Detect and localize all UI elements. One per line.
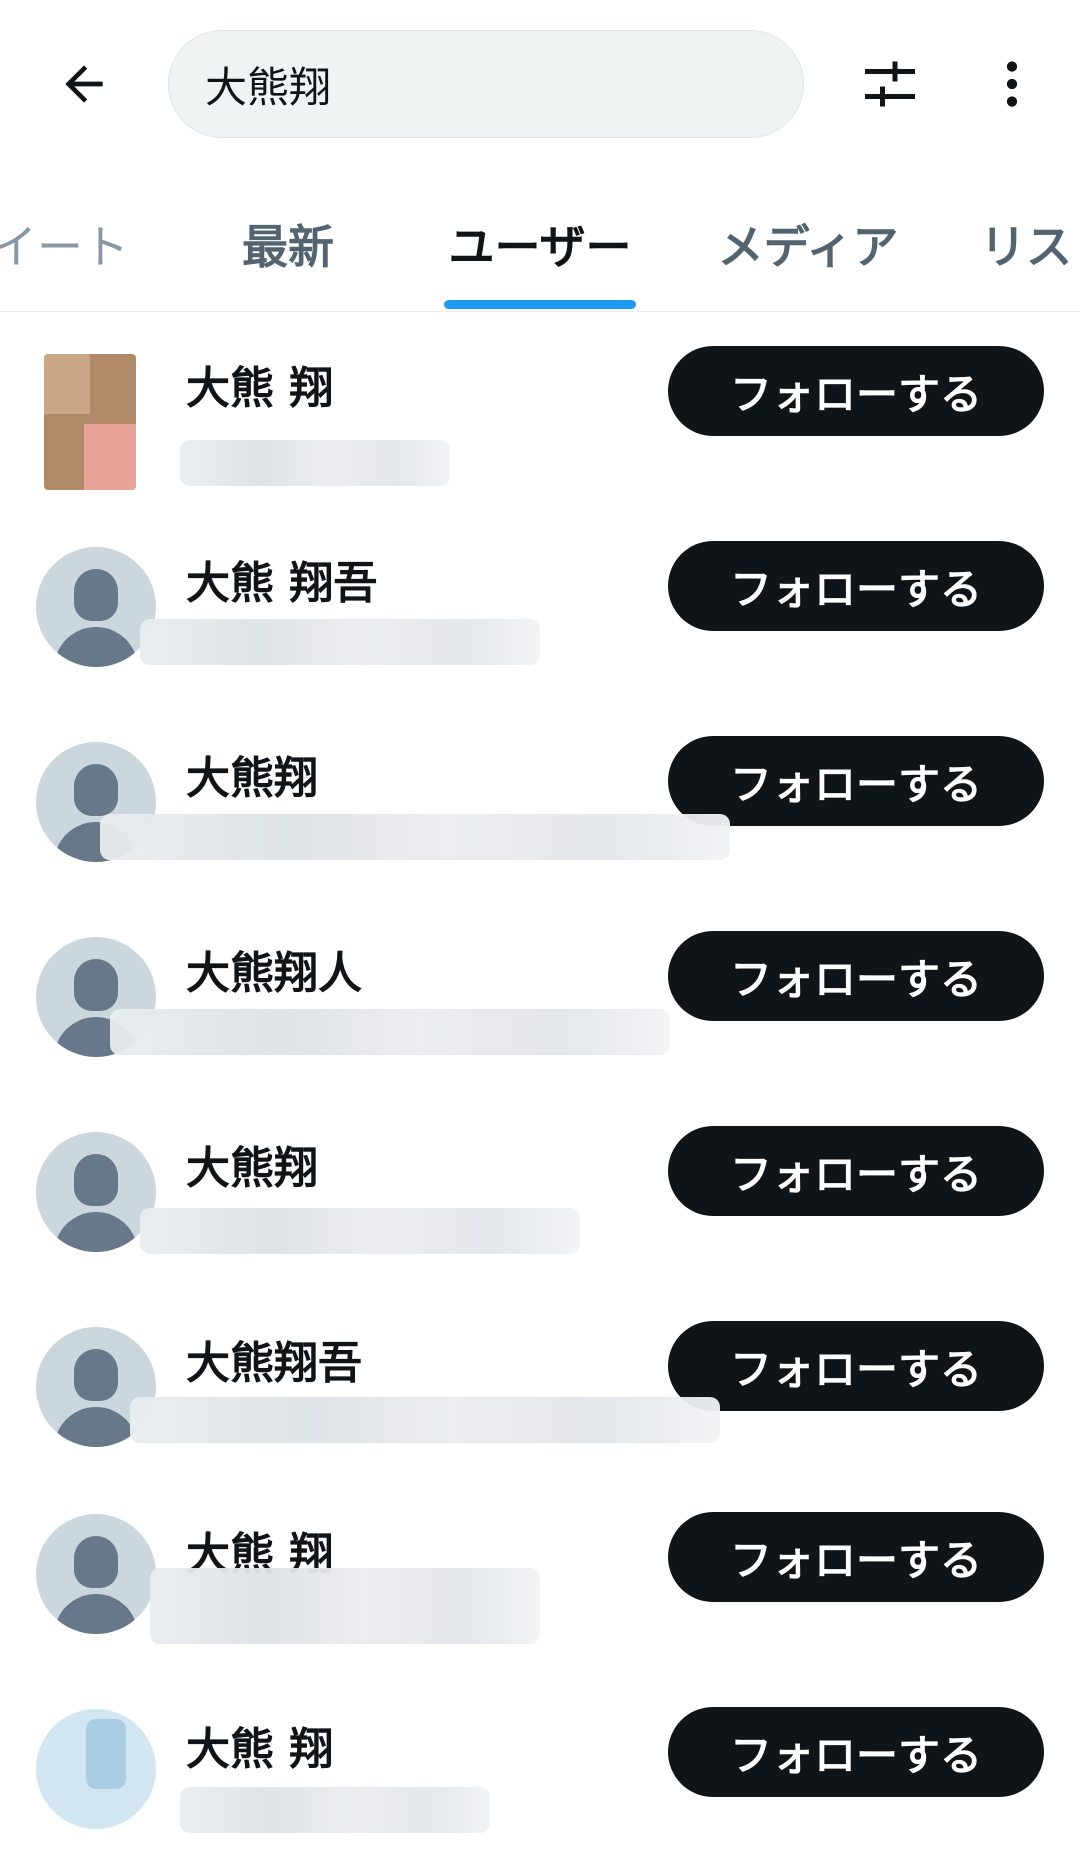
follow-button[interactable]: フォローする — [668, 1512, 1044, 1602]
tab-users[interactable]: ユーザー — [430, 175, 650, 311]
search-box[interactable] — [168, 30, 804, 138]
list-item[interactable]: 大熊 翔 フォローする — [0, 1482, 1080, 1677]
avatar-head — [74, 764, 118, 816]
avatar-head — [74, 569, 118, 621]
avatar-body — [54, 627, 138, 667]
avatar-head — [74, 1154, 118, 1206]
back-button[interactable] — [44, 44, 124, 124]
follow-button[interactable]: フォローする — [668, 1321, 1044, 1411]
default-avatar-icon[interactable] — [36, 547, 156, 667]
sliders-icon — [865, 61, 915, 107]
avatar-body — [54, 1407, 138, 1447]
handle-redacted — [110, 1009, 670, 1055]
follow-button[interactable]: フォローする — [668, 1126, 1044, 1216]
avatar-head — [74, 1536, 118, 1588]
handle-redacted — [100, 814, 730, 860]
list-item[interactable]: 大熊 翔 フォローする — [0, 1677, 1080, 1872]
top-app-bar — [0, 0, 1080, 175]
active-tab-indicator — [444, 300, 636, 309]
handle-redacted — [180, 440, 450, 486]
list-item[interactable]: 大熊翔人 フォローする — [0, 897, 1080, 1092]
user-display-name: 大熊翔 — [186, 1143, 318, 1194]
avatar[interactable] — [44, 354, 136, 490]
follow-button[interactable]: フォローする — [668, 541, 1044, 631]
list-item[interactable]: 大熊 翔吾 フォローする — [0, 507, 1080, 702]
vertical-ellipsis-icon — [1006, 61, 1018, 107]
avatar-photo-fragment — [86, 1719, 126, 1789]
user-display-name: 大熊 翔 — [186, 363, 334, 414]
avatar-photo-fragment — [84, 424, 136, 490]
follow-button[interactable]: フォローする — [668, 736, 1044, 826]
avatar-head — [74, 959, 118, 1011]
default-avatar-icon[interactable] — [36, 1132, 156, 1252]
tab-latest[interactable]: 最新 — [218, 175, 358, 311]
search-tabs: イート 最新 ユーザー メディア リス — [0, 175, 1080, 312]
list-item[interactable]: 大熊 翔 フォローする — [0, 312, 1080, 507]
handle-redacted — [140, 619, 540, 665]
tab-media[interactable]: メディア — [698, 175, 918, 311]
list-item[interactable]: 大熊翔 フォローする — [0, 702, 1080, 897]
follow-button[interactable]: フォローする — [668, 931, 1044, 1021]
default-avatar-icon[interactable] — [36, 1514, 156, 1634]
avatar-photo-fragment — [44, 354, 90, 414]
tab-lists[interactable]: リス — [980, 175, 1080, 311]
user-display-name: 大熊 翔 — [186, 1724, 334, 1775]
user-display-name: 大熊翔 — [186, 753, 318, 804]
user-display-name: 大熊翔吾 — [186, 1338, 362, 1389]
user-display-name: 大熊翔人 — [186, 948, 362, 999]
user-display-name: 大熊 翔吾 — [186, 558, 378, 609]
filter-button[interactable] — [850, 44, 930, 124]
handle-redacted — [150, 1568, 540, 1644]
more-options-button[interactable] — [972, 44, 1052, 124]
handle-redacted — [130, 1397, 720, 1443]
tab-top-tweets[interactable]: イート — [0, 175, 130, 311]
arrow-left-icon — [65, 65, 103, 103]
list-item[interactable]: 大熊翔吾 フォローする — [0, 1287, 1080, 1482]
avatar-head — [74, 1349, 118, 1401]
avatar[interactable] — [36, 1709, 156, 1829]
follow-button[interactable]: フォローする — [668, 346, 1044, 436]
follow-button[interactable]: フォローする — [668, 1707, 1044, 1797]
handle-redacted — [180, 1787, 490, 1833]
list-item[interactable]: 大熊翔 フォローする — [0, 1092, 1080, 1287]
avatar-body — [54, 1212, 138, 1252]
avatar-body — [54, 1594, 138, 1634]
handle-redacted — [140, 1208, 580, 1254]
search-input[interactable] — [205, 59, 765, 109]
